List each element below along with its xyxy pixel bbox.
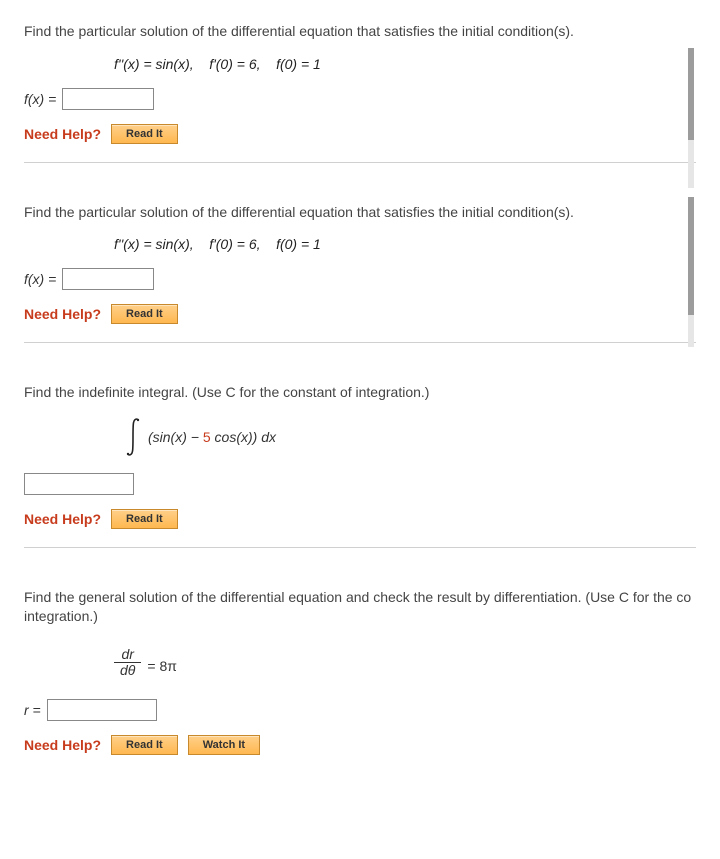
answer-row: r = (24, 699, 696, 721)
help-row: Need Help? Read It Watch It (24, 735, 696, 755)
rhs: = 8π (147, 658, 177, 674)
help-row: Need Help? Read It (24, 124, 696, 144)
need-help-label: Need Help? (24, 737, 101, 753)
question-2: Find the particular solution of the diff… (24, 203, 696, 344)
prompt-text: Find the particular solution of the diff… (24, 22, 696, 42)
differential-equation: dr dθ = 8π (24, 641, 696, 691)
fraction: dr dθ (114, 647, 141, 677)
read-it-button[interactable]: Read It (111, 304, 178, 324)
fraction-numerator: dr (115, 647, 139, 662)
integrand: (sin(x) − 5 cos(x)) dx (148, 429, 276, 445)
integrand-coef: 5 (203, 429, 211, 445)
scrollbar-track[interactable] (688, 197, 694, 347)
question-4: Find the general solution of the differe… (24, 588, 696, 774)
answer-label: f(x) = (24, 271, 56, 287)
eq-part-3: f(0) = 1 (276, 56, 321, 72)
answer-input[interactable] (24, 473, 134, 495)
equation: f''(x) = sin(x), f'(0) = 6, f(0) = 1 (24, 56, 696, 72)
watch-it-button[interactable]: Watch It (188, 735, 260, 755)
question-3: Find the indefinite integral. (Use C for… (24, 383, 696, 548)
answer-input[interactable] (62, 268, 154, 290)
equation: f''(x) = sin(x), f'(0) = 6, f(0) = 1 (24, 236, 696, 252)
integrand-part-b: cos(x)) dx (211, 429, 276, 445)
answer-label: r = (24, 702, 41, 718)
eq-part-3: f(0) = 1 (276, 236, 321, 252)
answer-input[interactable] (47, 699, 157, 721)
prompt-text: Find the particular solution of the diff… (24, 203, 696, 223)
answer-row: f(x) = (24, 88, 696, 110)
scrollbar-thumb[interactable] (688, 197, 694, 315)
question-1: Find the particular solution of the diff… (24, 22, 696, 163)
eq-part-2: f'(0) = 6, (209, 56, 260, 72)
integrand-part-a: (sin(x) − (148, 429, 203, 445)
read-it-button[interactable]: Read It (111, 124, 178, 144)
eq-part-1: f''(x) = sin(x), (114, 236, 194, 252)
need-help-label: Need Help? (24, 511, 101, 527)
answer-row (24, 473, 696, 495)
integral-sign-icon (124, 417, 142, 457)
prompt-text: Find the indefinite integral. (Use C for… (24, 383, 696, 403)
eq-part-2: f'(0) = 6, (209, 236, 260, 252)
read-it-button[interactable]: Read It (111, 509, 178, 529)
eq-part-1: f''(x) = sin(x), (114, 56, 194, 72)
answer-row: f(x) = (24, 268, 696, 290)
answer-label: f(x) = (24, 91, 56, 107)
read-it-button[interactable]: Read It (111, 735, 178, 755)
integral-expression: (sin(x) − 5 cos(x)) dx (24, 417, 696, 457)
fraction-denominator: dθ (114, 663, 141, 678)
help-row: Need Help? Read It (24, 509, 696, 529)
scrollbar-thumb[interactable] (688, 48, 694, 140)
scrollbar-track[interactable] (688, 48, 694, 188)
need-help-label: Need Help? (24, 306, 101, 322)
answer-input[interactable] (62, 88, 154, 110)
need-help-label: Need Help? (24, 126, 101, 142)
prompt-text: Find the general solution of the differe… (24, 588, 696, 627)
help-row: Need Help? Read It (24, 304, 696, 324)
